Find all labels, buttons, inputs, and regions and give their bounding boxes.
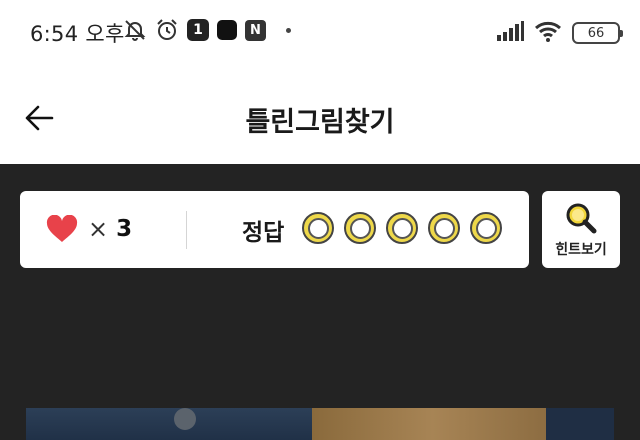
wifi-icon [534, 20, 562, 46]
signal-icon [496, 21, 524, 45]
hint-label: 힌트보기 [555, 242, 607, 258]
app-bar: 틀린그림찾기 [0, 62, 640, 164]
answer-slot-empty [344, 212, 376, 244]
divider [186, 211, 187, 249]
puzzle-edge [546, 408, 614, 440]
puzzle-image[interactable] [26, 408, 614, 440]
puzzle-wall [26, 408, 316, 440]
magnifier-icon [563, 201, 599, 241]
status-bar: 6:54 오후 1 N 66 [0, 0, 640, 62]
hint-button[interactable]: 힌트보기 [542, 191, 620, 268]
score-card: × 3 정답 [20, 191, 529, 268]
puzzle-knob [174, 408, 196, 430]
status-time: 6:54 오후 [30, 22, 125, 46]
answer-slot-empty [386, 212, 418, 244]
answer-slot-empty [470, 212, 502, 244]
page-title: 틀린그림찾기 [245, 107, 395, 138]
status-icons-left: 1 N [123, 18, 291, 42]
mute-bell-icon [123, 18, 147, 42]
lives-count: 3 [116, 216, 133, 242]
answer-slots [302, 212, 502, 244]
heart-icon [46, 215, 78, 242]
app-1-icon: 1 [187, 19, 209, 41]
answer-slot-empty [428, 212, 460, 244]
status-icons-right: 66 [496, 20, 623, 46]
lives-multiplier: × [88, 215, 109, 243]
answer-slot-empty [302, 212, 334, 244]
game-area: × 3 정답 힌트보기 [0, 164, 640, 440]
n-app-icon: N [245, 19, 266, 41]
alarm-icon [155, 18, 179, 42]
lives-indicator: × 3 [46, 215, 132, 243]
black-app-icon [217, 20, 237, 40]
battery-icon: 66 [572, 22, 623, 44]
dot-icon [286, 27, 291, 33]
answer-label: 정답 [242, 220, 285, 246]
